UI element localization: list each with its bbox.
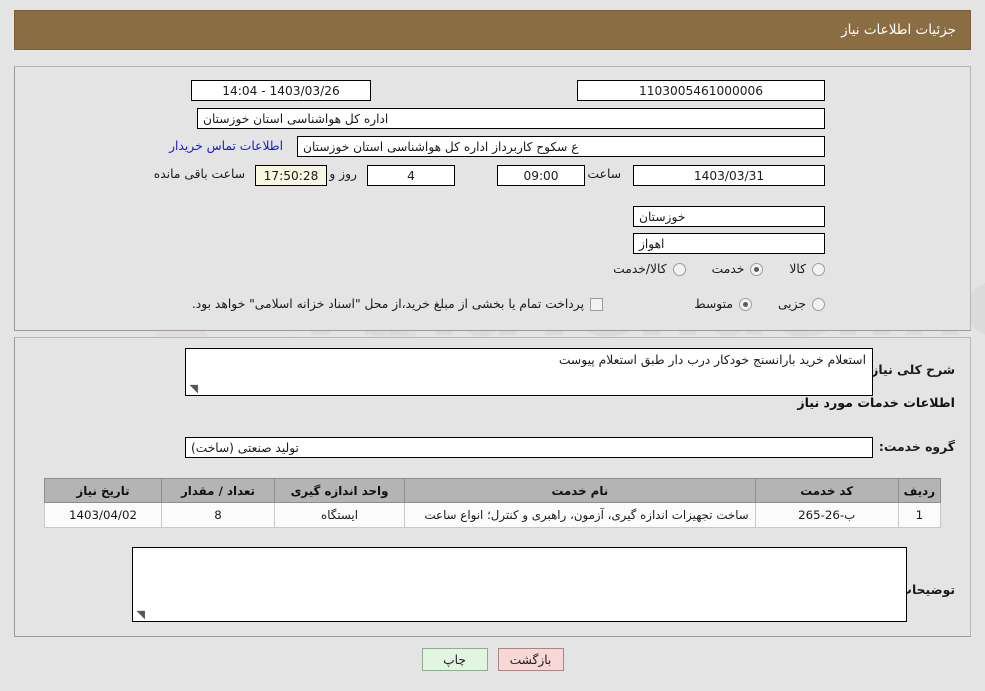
service-group-value: تولید صنعتی (ساخت): [185, 437, 873, 458]
category-radio-group[interactable]: کالا خدمت کالا/خدمت: [587, 262, 825, 276]
radio-icon[interactable]: [812, 262, 825, 276]
resize-grip-icon[interactable]: ◥: [135, 609, 145, 620]
category-option-label: کالا/خدمت: [613, 262, 667, 276]
buyer-org-value: اداره کل هواشناسی استان خوزستان: [197, 108, 825, 129]
deadline-time: 09:00: [497, 165, 585, 186]
category-option-kala[interactable]: کالا: [789, 262, 825, 276]
col-name: نام خدمت: [404, 478, 756, 503]
days-label: روز و: [329, 167, 357, 181]
days-remaining-value: 4: [367, 165, 455, 186]
cell-unit: ایستگاه: [274, 502, 405, 528]
need-info-panel: [14, 66, 971, 331]
services-section-title: اطلاعات خدمات مورد نیاز: [797, 395, 955, 410]
deadline-date: 1403/03/31: [633, 165, 825, 186]
remaining-suffix-label: ساعت باقی مانده: [153, 167, 245, 181]
cell-date: 1403/04/02: [44, 502, 162, 528]
province-value: خوزستان: [633, 206, 825, 227]
summary-label: شرح کلی نیاز:: [866, 362, 955, 377]
services-table: ردیف کد خدمت نام خدمت واحد اندازه گیری ت…: [44, 478, 942, 528]
hour-label: ساعت: [587, 167, 621, 181]
treasury-note-group[interactable]: پرداخت تمام یا بخشی از مبلغ خرید،از محل …: [192, 297, 603, 311]
page-header: جزئیات اطلاعات نیاز: [14, 10, 971, 50]
table-header-row: ردیف کد خدمت نام خدمت واحد اندازه گیری ت…: [44, 478, 942, 503]
checkbox-icon[interactable]: [590, 297, 603, 311]
resize-grip-icon[interactable]: ◥: [188, 383, 198, 394]
requester-value: ع سکوح کاربرداز اداره کل هواشناسی استان …: [297, 136, 825, 157]
summary-text: استعلام خرید بارانسنج خودکار درب دار طبق…: [558, 353, 866, 367]
page-title: جزئیات اطلاعات نیاز: [841, 22, 956, 38]
process-option-label: متوسط: [694, 297, 733, 311]
buyer-contact-link[interactable]: اطلاعات تماس خریدار: [161, 139, 291, 153]
footer-button-bar: بازگشت چاپ: [0, 648, 985, 671]
city-value: اهواز: [633, 233, 825, 254]
col-quantity: تعداد / مقدار: [161, 478, 275, 503]
treasury-note-label: پرداخت تمام یا بخشی از مبلغ خرید،از محل …: [191, 297, 584, 311]
service-group-label: گروه خدمت:: [878, 439, 955, 454]
print-button[interactable]: چاپ: [421, 648, 488, 671]
time-remaining-value: 17:50:28: [255, 165, 327, 186]
process-option-label: جزیی: [777, 297, 806, 311]
cell-quantity: 8: [161, 502, 275, 528]
category-option-label: خدمت: [711, 262, 745, 276]
buyer-notes-textarea[interactable]: ◥: [132, 547, 907, 622]
page-root: AriaTender.net جزئیات اطلاعات نیاز شماره…: [0, 0, 985, 691]
back-button[interactable]: بازگشت: [497, 648, 564, 671]
cell-index: 1: [897, 502, 942, 528]
col-date: تاریخ نیاز: [44, 478, 162, 503]
radio-selected-icon[interactable]: [750, 262, 764, 276]
category-option-kala-khedmat[interactable]: کالا/خدمت: [613, 262, 686, 276]
cell-code: ب-26-265: [754, 502, 899, 528]
radio-selected-icon[interactable]: [738, 297, 752, 311]
cell-name: ساخت تجهیزات اندازه گیری، آزمون، راهبری …: [404, 502, 756, 528]
process-option-jozi[interactable]: جزیی: [778, 297, 825, 311]
category-option-khedmat[interactable]: خدمت: [712, 262, 764, 276]
col-unit: واحد اندازه گیری: [274, 478, 405, 503]
category-option-label: کالا: [789, 262, 806, 276]
public-announce-value: 1403/03/26 - 14:04: [191, 80, 371, 101]
summary-textarea[interactable]: استعلام خرید بارانسنج خودکار درب دار طبق…: [185, 348, 873, 396]
process-radio-group[interactable]: جزیی متوسط: [668, 297, 825, 311]
col-code: کد خدمت: [754, 478, 899, 503]
radio-icon[interactable]: [672, 262, 686, 276]
process-option-motevaset[interactable]: متوسط: [694, 297, 752, 311]
radio-icon[interactable]: [812, 297, 825, 311]
table-row[interactable]: 1 ب-26-265 ساخت تجهیزات اندازه گیری، آزم…: [44, 502, 942, 528]
col-index: ردیف: [897, 478, 942, 503]
need-number-value: 1103005461000006: [577, 80, 825, 101]
